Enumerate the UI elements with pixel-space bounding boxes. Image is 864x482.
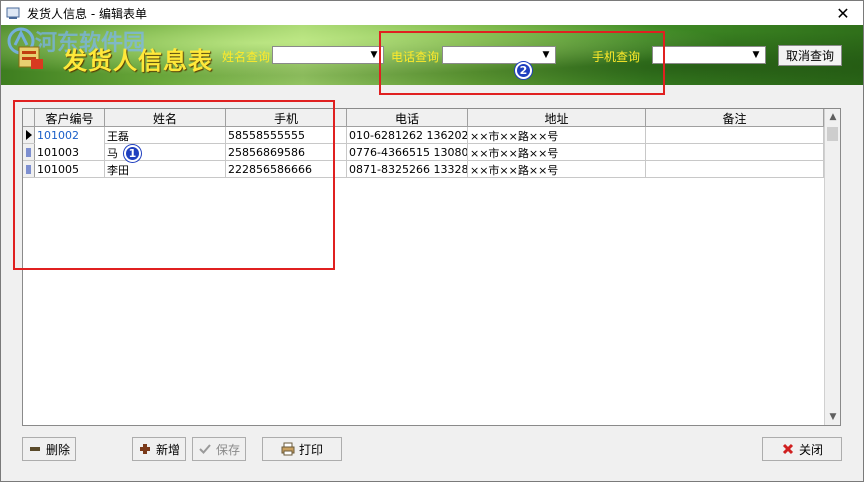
app-window: 发货人信息 - 编辑表单 ✕ 河东软件园 发货人信息表 姓名查询 ▼ 电话查询 …	[0, 0, 864, 482]
form-logo-icon	[18, 46, 43, 69]
close-icon	[781, 442, 795, 456]
name-query-combo[interactable]: ▼	[272, 46, 384, 64]
save-label: 保存	[215, 442, 240, 457]
printer-icon	[281, 442, 295, 456]
close-label: 关闭	[798, 442, 823, 457]
cell-note[interactable]	[646, 161, 824, 178]
close-button[interactable]: 关闭	[762, 437, 842, 461]
minus-icon	[28, 442, 42, 456]
scroll-thumb[interactable]	[827, 127, 838, 141]
annotation-box-1	[13, 100, 335, 270]
cell-phone[interactable]: 010-6281262 1362026	[347, 127, 468, 144]
name-query-label: 姓名查询	[222, 50, 271, 64]
print-button[interactable]: 打印	[262, 437, 342, 461]
chevron-down-icon[interactable]: ▼	[749, 49, 763, 61]
scroll-down-icon[interactable]: ▼	[825, 409, 840, 425]
cell-note[interactable]	[646, 127, 824, 144]
plus-icon	[138, 442, 152, 456]
cell-phone[interactable]: 0776-4366515 130801	[347, 144, 468, 161]
cell-address[interactable]: ××市××路××号	[468, 161, 646, 178]
delete-label: 删除	[45, 442, 70, 457]
cell-phone[interactable]: 0871-8325266 133282	[347, 161, 468, 178]
column-header[interactable]: 地址	[468, 109, 646, 127]
add-button[interactable]: 新增	[132, 437, 186, 461]
vertical-scrollbar[interactable]: ▲ ▼	[824, 109, 840, 425]
checkmark-icon	[198, 442, 212, 456]
save-button[interactable]: 保存	[192, 437, 246, 461]
column-header[interactable]: 电话	[347, 109, 468, 127]
close-window-button[interactable]: ✕	[823, 1, 863, 25]
title-bar: 发货人信息 - 编辑表单 ✕	[1, 1, 863, 25]
scroll-up-icon[interactable]: ▲	[825, 109, 840, 125]
print-label: 打印	[298, 442, 323, 457]
annotation-badge-2: 2	[515, 62, 532, 79]
cell-address[interactable]: ××市××路××号	[468, 127, 646, 144]
add-label: 新增	[155, 442, 180, 457]
window-title: 发货人信息 - 编辑表单	[27, 6, 147, 21]
annotation-badge-1: 1	[124, 145, 141, 162]
delete-button[interactable]: 删除	[22, 437, 76, 461]
app-icon	[6, 7, 20, 19]
cell-note[interactable]	[646, 144, 824, 161]
page-title: 发货人信息表	[63, 47, 213, 75]
cancel-query-button[interactable]: 取消查询	[778, 45, 842, 66]
mobile-query-combo[interactable]: ▼	[652, 46, 766, 64]
cell-address[interactable]: ××市××路××号	[468, 144, 646, 161]
column-header[interactable]: 备注	[646, 109, 824, 127]
